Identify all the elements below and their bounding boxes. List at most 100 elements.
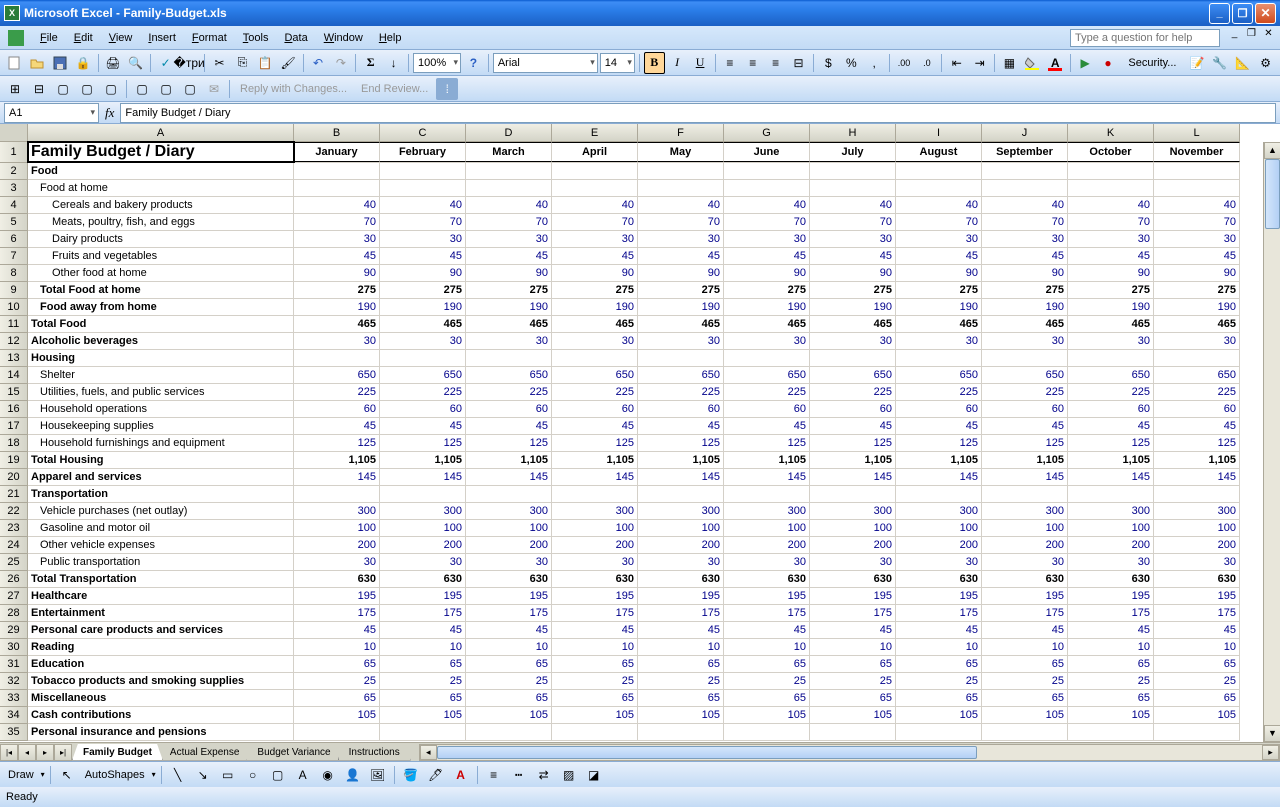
- record-button[interactable]: ●: [1098, 52, 1119, 74]
- cell[interactable]: 10: [1154, 639, 1240, 655]
- row-header-25[interactable]: 25: [0, 554, 28, 571]
- row-header-7[interactable]: 7: [0, 248, 28, 265]
- cell[interactable]: 65: [466, 690, 552, 706]
- cell[interactable]: 45: [380, 248, 466, 264]
- cell[interactable]: 65: [724, 656, 810, 672]
- cell[interactable]: 190: [1068, 299, 1154, 315]
- cell[interactable]: 175: [982, 605, 1068, 621]
- cell[interactable]: 650: [466, 367, 552, 383]
- cell[interactable]: 190: [896, 299, 982, 315]
- cell[interactable]: 300: [380, 503, 466, 519]
- cell[interactable]: 40: [380, 197, 466, 213]
- cell[interactable]: 70: [380, 214, 466, 230]
- row-header-24[interactable]: 24: [0, 537, 28, 554]
- currency-button[interactable]: $: [818, 52, 839, 74]
- cell[interactable]: 45: [294, 248, 380, 264]
- cell[interactable]: 65: [982, 690, 1068, 706]
- cell[interactable]: 40: [638, 197, 724, 213]
- cell[interactable]: 275: [294, 282, 380, 298]
- cell[interactable]: 225: [982, 384, 1068, 400]
- cell[interactable]: [380, 724, 466, 740]
- cell[interactable]: 45: [466, 418, 552, 434]
- cell[interactable]: [466, 486, 552, 502]
- cell[interactable]: 60: [552, 401, 638, 417]
- cell[interactable]: 300: [810, 503, 896, 519]
- cell[interactable]: 125: [466, 435, 552, 451]
- cell[interactable]: Vehicle purchases (net outlay): [28, 503, 294, 519]
- font-size-combo[interactable]: 14: [600, 53, 635, 73]
- cell[interactable]: 25: [810, 673, 896, 689]
- cell[interactable]: [982, 163, 1068, 179]
- cell[interactable]: 275: [1154, 282, 1240, 298]
- cell[interactable]: 300: [896, 503, 982, 519]
- cell[interactable]: 30: [982, 333, 1068, 349]
- cell[interactable]: 30: [1154, 554, 1240, 570]
- row-header-17[interactable]: 17: [0, 418, 28, 435]
- cell[interactable]: 65: [552, 690, 638, 706]
- cell[interactable]: [380, 163, 466, 179]
- row-header-12[interactable]: 12: [0, 333, 28, 350]
- doc-restore-button[interactable]: ❐: [1244, 28, 1259, 43]
- sheet-tab-instructions[interactable]: Instructions: [338, 744, 411, 761]
- row-header-19[interactable]: 19: [0, 452, 28, 469]
- cell[interactable]: [724, 180, 810, 196]
- select-objects-button[interactable]: ↖: [56, 764, 78, 786]
- col-header-E[interactable]: E: [552, 124, 638, 142]
- cell[interactable]: 25: [466, 673, 552, 689]
- font-combo[interactable]: Arial: [493, 53, 598, 73]
- cell[interactable]: 630: [896, 571, 982, 587]
- cell[interactable]: 125: [294, 435, 380, 451]
- cell[interactable]: [724, 350, 810, 366]
- cell[interactable]: Fruits and vegetables: [28, 248, 294, 264]
- cell[interactable]: Apparel and services: [28, 469, 294, 485]
- cell[interactable]: 45: [466, 248, 552, 264]
- italic-button[interactable]: I: [667, 52, 688, 74]
- cell[interactable]: [294, 724, 380, 740]
- cell[interactable]: 275: [552, 282, 638, 298]
- cell[interactable]: 100: [638, 520, 724, 536]
- cell[interactable]: 105: [1154, 707, 1240, 723]
- zoom-combo[interactable]: 100%: [413, 53, 461, 73]
- cell[interactable]: 200: [466, 537, 552, 553]
- cell[interactable]: 145: [380, 469, 466, 485]
- cell[interactable]: Other food at home: [28, 265, 294, 281]
- menu-data[interactable]: Data: [276, 30, 315, 46]
- cell[interactable]: 45: [982, 248, 1068, 264]
- cell[interactable]: 100: [552, 520, 638, 536]
- cell[interactable]: 70: [1068, 214, 1154, 230]
- col-header-A[interactable]: A: [28, 124, 294, 142]
- cell[interactable]: [552, 350, 638, 366]
- cell[interactable]: 225: [294, 384, 380, 400]
- align-left-button[interactable]: ≡: [719, 52, 740, 74]
- cell[interactable]: 90: [380, 265, 466, 281]
- cell[interactable]: 10: [896, 639, 982, 655]
- cell[interactable]: 225: [466, 384, 552, 400]
- cell[interactable]: 65: [982, 656, 1068, 672]
- cell[interactable]: 60: [1154, 401, 1240, 417]
- close-button[interactable]: ✕: [1255, 3, 1276, 24]
- cell[interactable]: 30: [724, 333, 810, 349]
- row-header-13[interactable]: 13: [0, 350, 28, 367]
- cell[interactable]: [1068, 180, 1154, 196]
- cell[interactable]: Other vehicle expenses: [28, 537, 294, 553]
- cell[interactable]: 100: [896, 520, 982, 536]
- cell[interactable]: 630: [982, 571, 1068, 587]
- cell[interactable]: 105: [466, 707, 552, 723]
- vba-button[interactable]: 📝: [1186, 52, 1207, 74]
- cell[interactable]: 45: [810, 248, 896, 264]
- cell[interactable]: Housekeeping supplies: [28, 418, 294, 434]
- col-header-K[interactable]: K: [1068, 124, 1154, 142]
- cell[interactable]: 30: [1154, 333, 1240, 349]
- cell[interactable]: 45: [724, 418, 810, 434]
- cell[interactable]: 65: [638, 656, 724, 672]
- cell[interactable]: 45: [552, 622, 638, 638]
- cell[interactable]: Personal care products and services: [28, 622, 294, 638]
- cell[interactable]: 60: [380, 401, 466, 417]
- cell[interactable]: 65: [1068, 690, 1154, 706]
- col-header-F[interactable]: F: [638, 124, 724, 142]
- row-header-11[interactable]: 11: [0, 316, 28, 333]
- line-color-button[interactable]: 🖊: [425, 764, 447, 786]
- cell[interactable]: 45: [294, 418, 380, 434]
- cell[interactable]: 10: [982, 639, 1068, 655]
- col-header-B[interactable]: B: [294, 124, 380, 142]
